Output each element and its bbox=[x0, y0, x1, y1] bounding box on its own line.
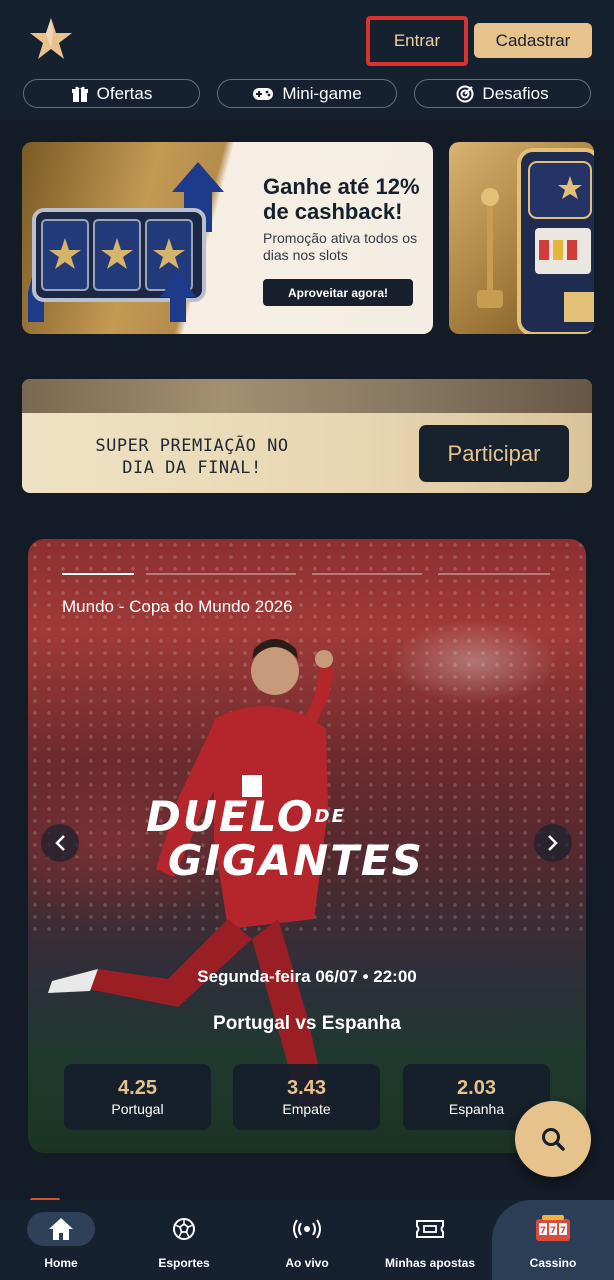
challenges-tab[interactable]: Desafios bbox=[414, 79, 591, 108]
nav-live-label: Ao vivo bbox=[285, 1256, 329, 1270]
match-datetime: Segunda-feira 06/07 • 22:00 bbox=[197, 967, 417, 986]
nav-sports[interactable]: Esportes bbox=[125, 1200, 243, 1280]
nav-live[interactable]: Ao vivo bbox=[248, 1200, 366, 1280]
gift-icon bbox=[71, 86, 88, 102]
carousel-next-button[interactable] bbox=[534, 824, 572, 862]
live-broadcast-icon bbox=[293, 1219, 321, 1239]
nav-my-bets-label: Minhas apostas bbox=[384, 1256, 476, 1270]
svg-text:7: 7 bbox=[560, 1226, 566, 1236]
carousel-prev-button[interactable] bbox=[41, 824, 79, 862]
nav-home-label: Home bbox=[44, 1256, 78, 1270]
nav-casino-label: Cassino bbox=[529, 1256, 577, 1270]
target-icon bbox=[456, 85, 474, 102]
final-prize-text: SUPER PREMIAÇÃO NO DIA DA FINAL! bbox=[95, 436, 289, 478]
crowd-photo-strip bbox=[22, 379, 592, 413]
login-button[interactable]: Entrar bbox=[366, 16, 468, 66]
ticket-icon bbox=[416, 1220, 444, 1238]
nav-home[interactable]: Home bbox=[2, 1200, 120, 1280]
slot-machine-image bbox=[477, 148, 594, 334]
odd-button-portugal[interactable]: 4.25 Portugal bbox=[64, 1064, 211, 1130]
nav-casino[interactable]: 7 7 7 Cassino bbox=[492, 1200, 614, 1280]
odd-value: 3.43 bbox=[287, 1077, 326, 1099]
slot-machine-promo-banner[interactable] bbox=[449, 142, 594, 334]
offers-tab[interactable]: Ofertas bbox=[23, 79, 200, 108]
cashback-subtitle: Promoção ativa todos os dias nos slots bbox=[263, 230, 418, 263]
odd-label: Espanha bbox=[448, 1101, 505, 1117]
svg-text:7: 7 bbox=[540, 1226, 546, 1236]
star-logo-icon[interactable] bbox=[28, 16, 74, 62]
nav-sports-label: Esportes bbox=[158, 1256, 210, 1270]
odd-button-empate[interactable]: 3.43 Empate bbox=[233, 1064, 380, 1130]
home-icon bbox=[49, 1218, 73, 1240]
top-header: Entrar Cadastrar Ofertas Mini-game Desaf… bbox=[0, 0, 614, 120]
slide-indicator-1[interactable] bbox=[62, 573, 134, 575]
cashback-cta-button[interactable]: Aproveitar agora! bbox=[263, 279, 413, 306]
nav-my-bets[interactable]: Minhas apostas bbox=[371, 1200, 489, 1280]
signup-button[interactable]: Cadastrar bbox=[474, 23, 592, 58]
participate-button[interactable]: Participar bbox=[419, 425, 569, 482]
slide-indicator-4[interactable] bbox=[438, 573, 550, 575]
cashback-title: Ganhe até 12% de cashback! bbox=[263, 174, 420, 224]
gamepad-icon bbox=[253, 87, 274, 100]
offers-tab-label: Ofertas bbox=[96, 83, 153, 103]
svg-text:7: 7 bbox=[550, 1226, 556, 1236]
soccer-ball-icon bbox=[173, 1218, 195, 1240]
slide-indicator-3[interactable] bbox=[312, 573, 422, 575]
odd-value: 4.25 bbox=[118, 1077, 157, 1099]
cashback-promo-banner[interactable]: Ganhe até 12% de cashback! Promoção ativ… bbox=[22, 142, 433, 334]
chevron-right-icon bbox=[548, 835, 558, 851]
chevron-left-icon bbox=[55, 835, 65, 851]
search-button[interactable] bbox=[515, 1101, 591, 1177]
odd-value: 2.03 bbox=[457, 1077, 496, 1099]
duelo-de-gigantes-title: DUELODE GIGANTES bbox=[146, 792, 424, 885]
slot-reels-image bbox=[28, 162, 224, 322]
challenges-tab-label: Desafios bbox=[482, 83, 549, 103]
search-icon bbox=[542, 1128, 565, 1151]
odd-label: Empate bbox=[282, 1101, 331, 1117]
featured-match-card[interactable]: Mundo - Copa do Mundo 2026 DUELODE GIGAN… bbox=[28, 539, 586, 1153]
match-teams: Portugal vs Espanha bbox=[213, 1013, 401, 1034]
minigame-tab[interactable]: Mini-game bbox=[217, 79, 397, 108]
minigame-tab-label: Mini-game bbox=[282, 83, 362, 103]
final-prize-banner[interactable]: SUPER PREMIAÇÃO NO DIA DA FINAL! Partici… bbox=[22, 379, 592, 493]
slide-indicator-2[interactable] bbox=[146, 573, 296, 575]
odd-label: Portugal bbox=[111, 1101, 164, 1117]
slot-machine-icon: 7 7 7 bbox=[536, 1215, 570, 1241]
bottom-navigation: Home Esportes Ao vivo Minhas apostas 7 7… bbox=[0, 1200, 614, 1280]
